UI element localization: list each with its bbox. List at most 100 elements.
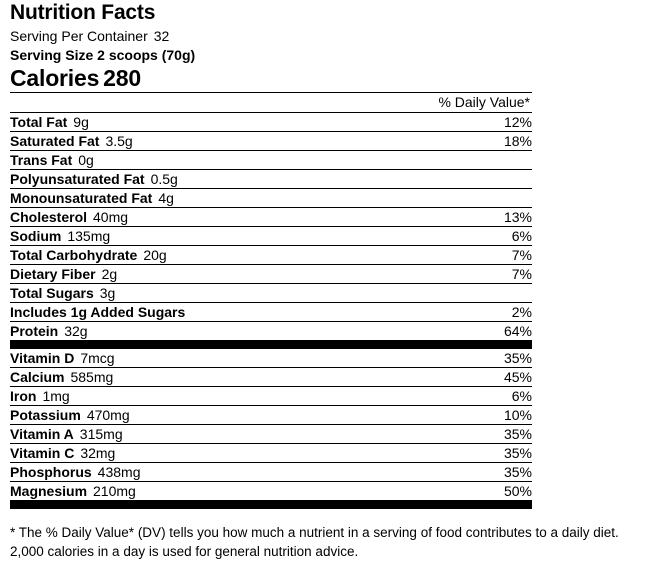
daily-value-cell xyxy=(418,283,532,303)
calories-value: 280 xyxy=(103,65,141,91)
nutrient-name: Vitamin C xyxy=(10,445,75,461)
nutrition-table-body: % Daily Value* Total Fat 9g 12% Saturated F… xyxy=(10,92,532,340)
daily-value-cell: 10% xyxy=(418,405,532,425)
table-row: Protein 32g 64% xyxy=(10,321,532,340)
nutrient-amount: 40mg xyxy=(93,209,129,225)
nutrient-name-cell: Trans Fat 0g xyxy=(10,150,418,170)
daily-value-cell xyxy=(418,169,532,189)
footnote: * The % Daily Value* (DV) tells you how … xyxy=(10,523,635,561)
nutrient-name-cell: Total Sugars 3g xyxy=(10,283,418,303)
nutrient-amount: 1mg xyxy=(42,388,70,404)
daily-value-header-spacer xyxy=(10,92,418,113)
nutrient-name: Vitamin D xyxy=(10,350,75,366)
calories-row: Calories 280 xyxy=(10,65,635,92)
table-row: Vitamin C 32mg 35% xyxy=(10,443,532,463)
nutrition-facts-label: Nutrition Facts Serving Per Container 32 … xyxy=(0,2,645,559)
table-row: Calcium 585mg 45% xyxy=(10,367,532,387)
nutrition-table: % Daily Value* Total Fat 9g 12% Saturated F… xyxy=(10,92,532,340)
table-row: Dietary Fiber 2g 7% xyxy=(10,264,532,284)
serving-per-container: Serving Per Container 32 xyxy=(10,27,635,46)
nutrient-amount: 9g xyxy=(73,114,89,130)
nutrient-amount: 438mg xyxy=(97,464,141,480)
daily-value-cell: 64% xyxy=(418,321,532,340)
nutrient-name: Total Sugars xyxy=(10,285,94,301)
nutrient-name-cell: Vitamin A 315mg xyxy=(10,424,418,444)
nutrient-name: Trans Fat xyxy=(10,152,73,168)
nutrient-name: Potassium xyxy=(10,407,81,423)
table-row: Saturated Fat 3.5g 18% xyxy=(10,131,532,151)
daily-value-cell: 18% xyxy=(418,131,532,151)
table-row: Trans Fat 0g xyxy=(10,150,532,170)
daily-value-header-row: % Daily Value* xyxy=(10,92,532,113)
nutrient-name: Vitamin A xyxy=(10,426,74,442)
nutrient-amount: 20g xyxy=(143,247,167,263)
table-row: Monounsaturated Fat 4g xyxy=(10,188,532,208)
footnote-line-2: 2,000 calories in a day is used for gene… xyxy=(10,544,359,559)
table-row: Total Sugars 3g xyxy=(10,283,532,303)
nutrient-name: Saturated Fat xyxy=(10,133,100,149)
table-row: Polyunsaturated Fat 0.5g xyxy=(10,169,532,189)
table-row: Iron 1mg 6% xyxy=(10,386,532,406)
daily-value-cell: 35% xyxy=(418,424,532,444)
nutrient-name: Total Carbohydrate xyxy=(10,247,138,263)
nutrient-amount: 0g xyxy=(78,152,94,168)
serving-per-container-label: Serving Per Container xyxy=(10,28,148,44)
daily-value-cell: 6% xyxy=(418,386,532,406)
nutrient-amount: 470mg xyxy=(86,407,130,423)
micronutrient-table: Vitamin D 7mcg 35% Calcium 585mg 45% Iron 1mg 6%… xyxy=(10,349,532,500)
nutrient-amount: 3g xyxy=(99,285,116,301)
nutrient-name-cell: Iron 1mg xyxy=(10,386,418,406)
nutrient-name-cell: Total Fat 9g xyxy=(10,112,418,132)
daily-value-cell: 35% xyxy=(418,462,532,482)
nutrient-amount: 135mg xyxy=(67,228,111,244)
daily-value-cell: 50% xyxy=(418,481,532,500)
label-header: Nutrition Facts Serving Per Container 32 … xyxy=(0,2,645,92)
nutrient-amount: 32g xyxy=(64,323,88,339)
nutrient-name: Calcium xyxy=(10,369,65,385)
nutrient-name: Dietary Fiber xyxy=(10,266,96,282)
nutrient-name-cell: Sodium 135mg xyxy=(10,226,418,246)
nutrient-name-cell: Vitamin D 7mcg xyxy=(10,349,418,368)
nutrient-amount: 585mg xyxy=(70,369,114,385)
nutrient-name-cell: Calcium 585mg xyxy=(10,367,418,387)
nutrient-name-cell: Cholesterol 40mg xyxy=(10,207,418,227)
serving-per-container-value: 32 xyxy=(153,28,170,44)
nutrient-name-cell: Phosphorus 438mg xyxy=(10,462,418,482)
nutrient-name: Protein xyxy=(10,323,59,339)
nutrient-name: Cholesterol xyxy=(10,209,88,225)
footnote-line-1: * The % Daily Value* (DV) tells you how … xyxy=(10,525,619,540)
section-divider-bar-bottom xyxy=(10,500,532,509)
table-row: Includes 1g Added Sugars 2% xyxy=(10,302,532,322)
nutrient-name: Polyunsaturated Fat xyxy=(10,171,145,187)
daily-value-cell: 35% xyxy=(418,443,532,463)
micronutrient-table-body: Vitamin D 7mcg 35% Calcium 585mg 45% Iron 1mg 6%… xyxy=(10,349,532,500)
daily-value-header: % Daily Value* xyxy=(418,92,532,113)
nutrient-name: Monounsaturated Fat xyxy=(10,190,153,206)
table-row: Phosphorus 438mg 35% xyxy=(10,462,532,482)
daily-value-cell xyxy=(418,188,532,208)
nutrient-name: Iron xyxy=(10,388,37,404)
nutrient-name-cell: Potassium 470mg xyxy=(10,405,418,425)
daily-value-cell xyxy=(418,150,532,170)
nutrient-name: Includes 1g Added Sugars xyxy=(10,304,186,320)
nutrient-name: Magnesium xyxy=(10,483,88,499)
table-row: Magnesium 210mg 50% xyxy=(10,481,532,500)
nutrient-amount: 7mcg xyxy=(80,350,115,366)
daily-value-cell: 12% xyxy=(418,112,532,132)
nutrient-name-cell: Dietary Fiber 2g xyxy=(10,264,418,284)
calories-label: Calories xyxy=(10,65,100,91)
nutrient-name: Total Fat xyxy=(10,114,68,130)
nutrient-name: Sodium xyxy=(10,228,62,244)
table-row: Sodium 135mg 6% xyxy=(10,226,532,246)
table-row: Vitamin D 7mcg 35% xyxy=(10,349,532,368)
nutrient-amount: 210mg xyxy=(93,483,136,499)
serving-size: Serving Size 2 scoops (70g) xyxy=(10,47,196,63)
nutrient-amount: 2g xyxy=(101,266,118,282)
table-row: Potassium 470mg 10% xyxy=(10,405,532,425)
nutrient-name-cell: Polyunsaturated Fat 0.5g xyxy=(10,169,418,189)
nutrient-name-cell: Magnesium 210mg xyxy=(10,481,418,500)
daily-value-cell: 7% xyxy=(418,264,532,284)
nutrient-amount: 4g xyxy=(158,190,174,206)
nutrient-amount: 3.5g xyxy=(105,133,133,149)
table-row: Total Carbohydrate 20g 7% xyxy=(10,245,532,265)
